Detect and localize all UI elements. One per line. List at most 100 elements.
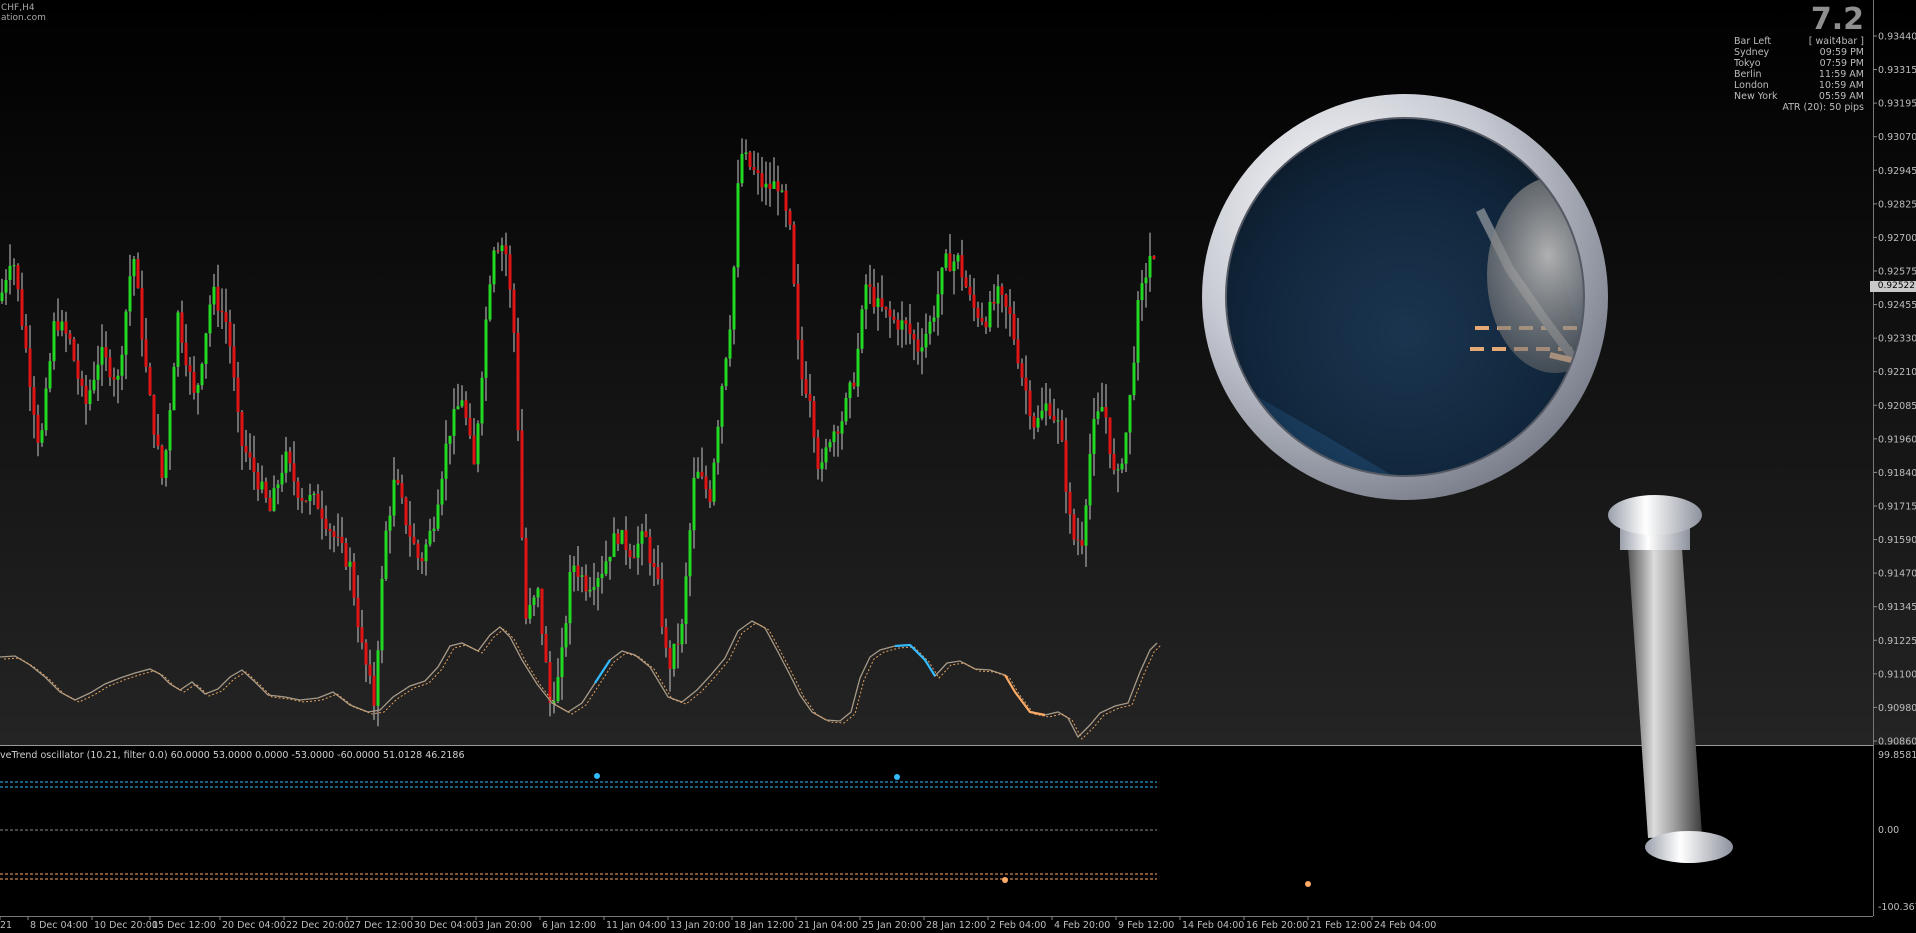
price-tick-label: 0.93195 xyxy=(1878,99,1916,110)
candle-body xyxy=(20,289,24,326)
candle-body xyxy=(144,339,148,367)
info-row-london: London 10:59 AM xyxy=(1734,80,1864,91)
candle-body xyxy=(644,531,648,537)
candle-body xyxy=(464,400,468,418)
candle-body xyxy=(104,347,108,358)
candle-body xyxy=(840,421,844,434)
candle-body xyxy=(744,152,748,154)
candle-body xyxy=(812,400,816,438)
info-row-new-york: New York 05:59 AM xyxy=(1734,91,1864,102)
time-tick-label: 27 Dec 12:00 xyxy=(349,920,413,931)
time-tick-label: 24 Feb 04:00 xyxy=(1374,920,1436,931)
candle-body xyxy=(524,537,528,619)
candle-body xyxy=(904,320,908,324)
price-tick-label: 0.91345 xyxy=(1878,602,1916,613)
candle-body xyxy=(88,390,92,405)
candle-body xyxy=(1008,306,1012,315)
time-tick-label: 28 Jan 12:00 xyxy=(926,920,986,931)
candle-body xyxy=(1004,294,1008,307)
candle-body xyxy=(1144,277,1148,284)
candle-body xyxy=(616,533,620,544)
candle-body xyxy=(140,288,144,340)
candle-body xyxy=(508,254,512,290)
candle-body xyxy=(676,643,680,645)
candle-body xyxy=(592,587,596,590)
candle-body xyxy=(1068,491,1072,515)
candle-body xyxy=(712,462,716,502)
symbol-label: CHF,H4 ation.com xyxy=(1,3,46,23)
candle-body xyxy=(132,259,136,277)
candle-body xyxy=(796,283,800,340)
candle-body xyxy=(340,536,344,544)
candle-body xyxy=(1096,411,1100,419)
candle-body xyxy=(108,357,112,378)
candle-body xyxy=(56,321,60,331)
candle-body xyxy=(1016,339,1020,364)
price-tick-label: 0.91590 xyxy=(1878,535,1916,546)
candle-body xyxy=(824,447,828,463)
candle-body xyxy=(312,493,316,496)
session-info-panel: Bar Left[ wait4bar ] Sydney 09:59 PM Toky… xyxy=(1734,36,1864,113)
candle-body xyxy=(332,531,336,537)
candle-body xyxy=(28,348,32,388)
time-tick-label: 11 Jan 04:00 xyxy=(606,920,666,931)
candle-body xyxy=(72,339,76,361)
candle-body xyxy=(336,536,340,538)
candle-body xyxy=(268,497,272,511)
candle-body xyxy=(680,623,684,645)
candle-body xyxy=(952,261,956,272)
candle-body xyxy=(1136,300,1140,363)
candle-body xyxy=(856,348,860,387)
candle-body xyxy=(724,358,728,387)
candle-body xyxy=(356,597,360,628)
candle-body xyxy=(748,152,752,168)
candle-body xyxy=(404,497,408,526)
candle-body xyxy=(40,430,44,443)
candle-body xyxy=(224,312,228,323)
candle-body xyxy=(36,414,40,443)
candle-body xyxy=(1020,363,1024,378)
candle-body xyxy=(836,431,840,434)
candle-body xyxy=(572,565,576,573)
candle-body xyxy=(1036,418,1040,428)
candle-body xyxy=(720,386,724,427)
candle-body xyxy=(4,279,8,293)
candle-body xyxy=(864,284,868,310)
candle-body xyxy=(588,589,592,592)
candle-body xyxy=(908,323,912,334)
candle-body xyxy=(440,478,444,505)
candle-body xyxy=(468,417,472,436)
time-tick-label: 21 xyxy=(0,920,12,931)
candle-body xyxy=(600,573,604,579)
candle-body xyxy=(560,647,564,678)
candle-body xyxy=(168,410,172,451)
candle-body xyxy=(740,153,744,184)
candle-body xyxy=(256,472,260,490)
price-tick-label: 0.92330 xyxy=(1878,334,1916,345)
candle-body xyxy=(556,677,560,702)
chart-canvas[interactable]: 0.93440 0.93315 0.93195 0.93070 0.92945 0.928… xyxy=(0,0,1916,933)
candle-body xyxy=(112,377,116,380)
symbol-timeframe: CHF,H4 xyxy=(1,3,35,13)
time-tick-label: 3 Jan 20:00 xyxy=(478,920,532,931)
candle-body xyxy=(280,472,284,485)
candle-body xyxy=(684,576,688,624)
time-axis: 21 8 Dec 04:00 10 Dec 20:0015 Dec 12:00 20 … xyxy=(0,916,1436,931)
candle-body xyxy=(236,377,240,412)
price-tick-label: 0.92700 xyxy=(1878,233,1916,244)
time-tick-label: 22 Dec 20:00 xyxy=(286,920,350,931)
candle-body xyxy=(852,382,856,387)
candle-body xyxy=(1116,469,1120,471)
site-label: ation.com xyxy=(1,13,46,23)
candle-body xyxy=(688,530,692,577)
candle-body xyxy=(716,426,720,463)
candle-body xyxy=(620,530,624,544)
candle-body xyxy=(392,479,396,516)
candle-body xyxy=(1140,283,1144,301)
candle-body xyxy=(820,462,824,470)
candle-body xyxy=(324,518,328,529)
candle-body xyxy=(784,190,788,211)
candle-body xyxy=(320,508,324,519)
candle-body xyxy=(636,543,640,558)
candle-body xyxy=(860,309,864,349)
